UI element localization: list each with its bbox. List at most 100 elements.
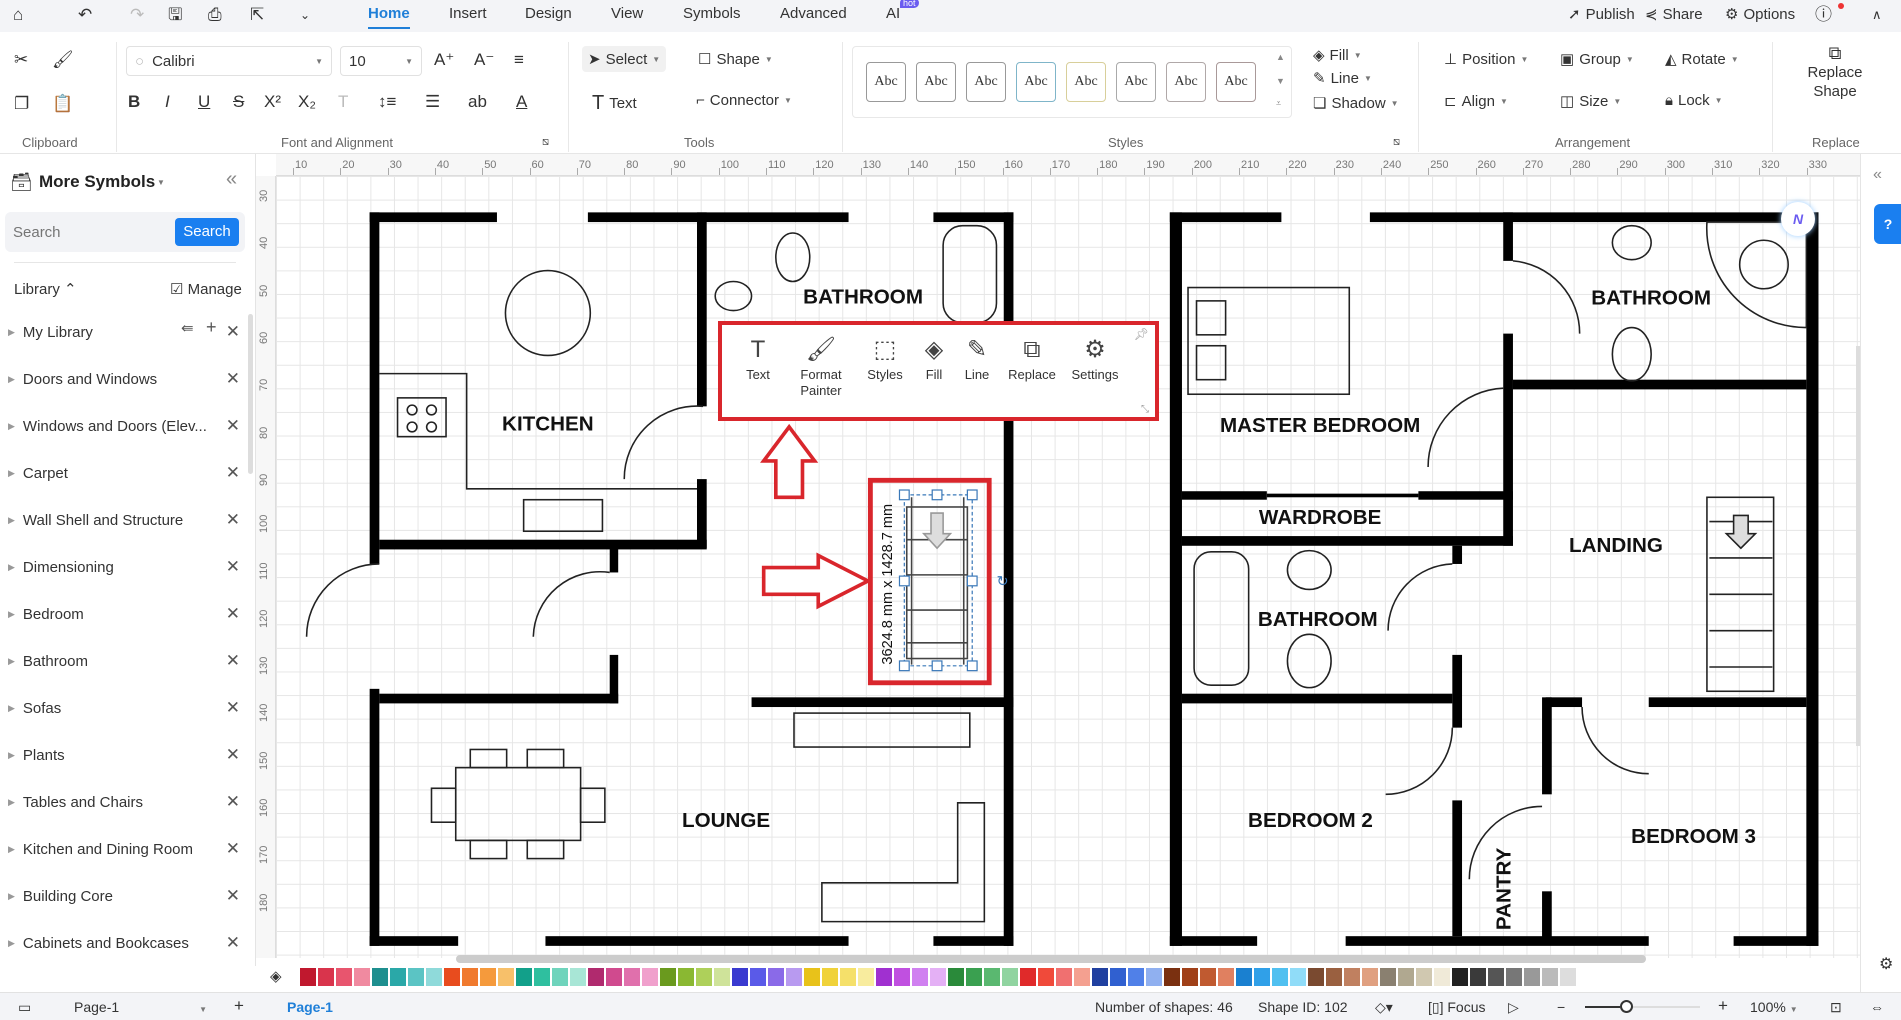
color-swatch[interactable]: [1200, 968, 1216, 986]
color-swatch[interactable]: [876, 968, 892, 986]
tab-insert[interactable]: Insert: [449, 5, 487, 22]
color-swatch[interactable]: [336, 968, 352, 986]
strikethrough-icon[interactable]: S: [233, 92, 244, 112]
text-button[interactable]: T Text: [592, 92, 637, 115]
export-icon[interactable]: ⇱: [250, 5, 264, 25]
rotate-handle-icon[interactable]: ↻: [996, 574, 1008, 590]
color-swatch[interactable]: [1452, 968, 1468, 986]
color-swatch[interactable]: [1434, 968, 1450, 986]
color-swatch[interactable]: [1542, 968, 1558, 986]
color-swatch[interactable]: [804, 968, 820, 986]
font-color-icon[interactable]: A: [516, 92, 527, 112]
paste-icon[interactable]: 📋: [52, 94, 73, 114]
shadow-button[interactable]: ❏ Shadow ▼: [1313, 94, 1399, 113]
zoom-level[interactable]: 100% ▼: [1750, 999, 1798, 1015]
close-icon[interactable]: ✕: [226, 463, 240, 483]
close-icon[interactable]: ✕: [226, 886, 240, 906]
color-swatch[interactable]: [858, 968, 874, 986]
tab-advanced[interactable]: Advanced: [780, 5, 847, 22]
color-swatch[interactable]: [300, 968, 316, 986]
print-icon[interactable]: ⎙: [208, 5, 222, 25]
close-icon[interactable]: ✕: [226, 933, 240, 953]
close-icon[interactable]: ✕: [226, 416, 240, 436]
selected-staircase[interactable]: 3624.8 mm x 1428.7 mm ↻: [867, 477, 1009, 686]
decrease-font-icon[interactable]: A⁻: [474, 50, 494, 70]
toolbar-replace-button[interactable]: ⧉ Replace: [1000, 333, 1064, 417]
size-button[interactable]: ◫ Size ▼: [1560, 92, 1621, 111]
text-case-icon[interactable]: ab: [468, 92, 487, 112]
fit-width-icon[interactable]: ⇔: [1870, 999, 1884, 1015]
color-swatch[interactable]: [1182, 968, 1198, 986]
color-swatch[interactable]: [1290, 968, 1306, 986]
line-button[interactable]: ✎ Line ▼: [1313, 69, 1372, 88]
expand-gallery-icon[interactable]: ⩡: [1276, 98, 1281, 109]
color-swatch[interactable]: [1380, 968, 1396, 986]
zoom-slider[interactable]: [1585, 1000, 1700, 1013]
fill-bucket-icon[interactable]: ◈: [270, 967, 282, 985]
color-swatch[interactable]: [930, 968, 946, 986]
fit-page-icon[interactable]: ⊡: [1830, 999, 1842, 1016]
tab-home[interactable]: Home: [368, 5, 410, 29]
tab-ai[interactable]: AI hot: [886, 0, 919, 22]
color-swatch[interactable]: [894, 968, 910, 986]
undo-icon[interactable]: ↶: [78, 5, 92, 25]
color-swatch[interactable]: [516, 968, 532, 986]
library-item[interactable]: ▶ Doors and Windows ✕: [0, 359, 250, 399]
bullets-icon[interactable]: ☰: [425, 92, 440, 112]
color-swatch[interactable]: [1326, 968, 1342, 986]
color-swatch[interactable]: [1074, 968, 1090, 986]
color-swatch[interactable]: [444, 968, 460, 986]
library-item[interactable]: ▶ Wall Shell and Structure ✕: [0, 500, 250, 540]
close-icon[interactable]: ✕: [226, 839, 240, 859]
toolbar-fill-button[interactable]: ◈ Fill: [914, 333, 954, 417]
color-swatch[interactable]: [768, 968, 784, 986]
zoom-slider-thumb[interactable]: [1619, 1000, 1633, 1013]
close-icon[interactable]: ✕: [226, 745, 240, 765]
color-swatch[interactable]: [426, 968, 442, 986]
align-icon[interactable]: ≡: [514, 50, 524, 70]
color-swatch[interactable]: [588, 968, 604, 986]
color-swatch[interactable]: [1218, 968, 1234, 986]
share-button[interactable]: ⋞ Share: [1645, 5, 1703, 24]
help-icon[interactable]: ⓘ: [1815, 5, 1832, 25]
library-item[interactable]: ▶ Cabinets and Bookcases ✕: [0, 923, 250, 963]
help-panel-icon[interactable]: ?: [1874, 204, 1901, 244]
drawing-canvas[interactable]: BATHROOM KITCHEN LOUNGE MASTER BEDROOM W…: [276, 176, 1860, 958]
increase-font-icon[interactable]: A⁺: [434, 50, 454, 70]
color-swatch[interactable]: [642, 968, 658, 986]
chevron-down-icon[interactable]: ▼: [157, 178, 165, 187]
color-swatch[interactable]: [1308, 968, 1324, 986]
color-swatch[interactable]: [1128, 968, 1144, 986]
zoom-in-icon[interactable]: +: [1718, 996, 1728, 1016]
page-view-icon[interactable]: ▭: [18, 999, 31, 1016]
color-swatch[interactable]: [750, 968, 766, 986]
group-button[interactable]: ▣ Group ▼: [1560, 50, 1634, 69]
fill-button[interactable]: ◈ Fill ▼: [1313, 46, 1362, 65]
library-item[interactable]: ▶ Kitchen and Dining Room ✕: [0, 829, 250, 869]
library-item[interactable]: ▶ Tables and Chairs ✕: [0, 782, 250, 822]
superscript-icon[interactable]: X²: [264, 92, 281, 112]
color-swatch[interactable]: [1038, 968, 1054, 986]
pin-icon[interactable]: 📌︎: [1134, 327, 1149, 341]
color-swatch[interactable]: [1164, 968, 1180, 986]
horizontal-scrollbar[interactable]: [456, 955, 1646, 963]
position-button[interactable]: ⊥ Position ▼: [1444, 50, 1528, 69]
save-icon[interactable]: 🖫: [168, 5, 182, 25]
subscript-icon[interactable]: X₂: [298, 92, 316, 112]
close-icon[interactable]: ✕: [226, 792, 240, 812]
toolbar-settings-button[interactable]: ⚙ Settings: [1064, 333, 1126, 417]
color-swatch[interactable]: [390, 968, 406, 986]
underline-icon[interactable]: U: [198, 92, 210, 112]
color-swatch[interactable]: [552, 968, 568, 986]
color-swatch[interactable]: [1416, 968, 1432, 986]
color-swatch[interactable]: [1470, 968, 1486, 986]
color-swatch[interactable]: [1524, 968, 1540, 986]
dialog-launcher-icon[interactable]: ⧅: [1393, 132, 1400, 152]
color-swatch[interactable]: [606, 968, 622, 986]
shape-button[interactable]: ☐ Shape ▼: [698, 50, 773, 69]
font-size-select[interactable]: 10 ▼: [340, 46, 422, 76]
copy-icon[interactable]: ❐: [14, 94, 29, 114]
library-item[interactable]: ▶ Dimensioning ✕: [0, 547, 250, 587]
search-button[interactable]: Search: [175, 218, 239, 246]
close-icon[interactable]: ✕: [226, 510, 240, 530]
